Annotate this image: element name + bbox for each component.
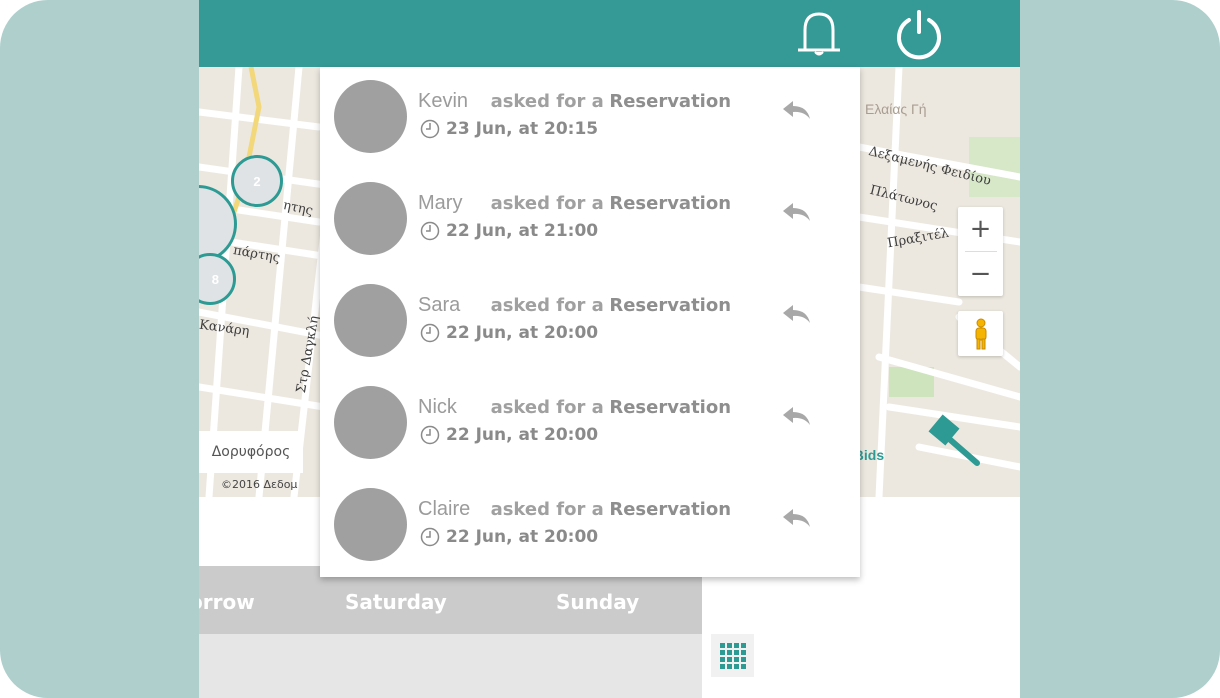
notification-action: asked for a [490,193,604,214]
clock-icon [420,527,440,547]
reply-icon[interactable] [780,403,812,429]
reply-icon[interactable] [780,199,812,225]
time-text: 22 Jun, at 20:00 [446,323,599,343]
avatar [334,80,407,153]
notification-text: Claire asked for a Reservation [418,498,731,521]
time-text: 23 Jun, at 20:15 [446,119,599,139]
notification-object: Reservation [609,91,732,112]
user-name: Kevin [418,90,469,112]
power-icon [897,10,941,60]
notification-object: Reservation [609,499,732,520]
notification-text: Kevin asked for a Reservation [418,90,731,113]
zoom-in-button[interactable]: + [958,207,1003,251]
clock-icon [420,119,440,139]
satellite-toggle-button[interactable]: Δορυφόρος [199,431,303,473]
auction-pin-icon[interactable] [927,411,987,471]
reply-icon[interactable] [780,301,812,327]
user-name: Nick [418,396,457,418]
place-label: Ελαίας Γή [865,101,927,117]
zoom-out-button[interactable]: − [958,252,1003,296]
tab-tomorrow[interactable]: orrow [199,590,255,614]
notification-item[interactable]: Sara asked for a Reservation 22 Jun, at … [320,271,860,373]
notification-item[interactable]: Nick asked for a Reservation 22 Jun, at … [320,373,860,475]
avatar [334,284,407,357]
notification-time: 22 Jun, at 21:00 [420,221,598,241]
notification-time: 23 Jun, at 20:15 [420,119,598,139]
notification-object: Reservation [609,295,732,316]
street-view-pegman[interactable] [958,311,1003,356]
user-name: Mary [418,192,463,214]
notification-action: asked for a [490,499,604,520]
notification-text: Nick asked for a Reservation [418,396,731,419]
notification-object: Reservation [609,397,732,418]
reply-icon[interactable] [780,505,812,531]
notification-item[interactable]: Mary asked for a Reservation 22 Jun, at … [320,169,860,271]
top-bar [199,0,1020,67]
avatar [334,386,407,459]
tab-sunday[interactable]: Sunday [556,590,639,614]
zoom-control: + − [958,207,1003,296]
notification-time: 22 Jun, at 20:00 [420,527,598,547]
tab-saturday[interactable]: Saturday [345,590,447,614]
bell-icon [798,12,840,56]
map-cluster[interactable]: 2 [231,155,283,207]
grid-view-button[interactable] [711,634,754,677]
notification-action: asked for a [490,91,604,112]
time-text: 22 Jun, at 20:00 [446,425,599,445]
notification-text: Mary asked for a Reservation [418,192,731,215]
time-text: 22 Jun, at 21:00 [446,221,599,241]
reply-icon[interactable] [780,97,812,123]
user-name: Claire [418,498,471,520]
notification-item[interactable]: Kevin asked for a Reservation 23 Jun, at… [320,67,860,169]
notification-action: asked for a [490,397,604,418]
notifications-button[interactable] [794,8,844,58]
clock-icon [420,425,440,445]
logout-button[interactable] [892,8,946,60]
day-content [199,634,702,698]
notification-object: Reservation [609,193,732,214]
pegman-icon [975,318,986,349]
clock-icon [420,221,440,241]
avatar [334,182,407,255]
clock-icon [420,323,440,343]
notification-text: Sara asked for a Reservation [418,294,731,317]
notifications-dropdown: Kevin asked for a Reservation 23 Jun, at… [320,67,860,577]
notification-time: 22 Jun, at 20:00 [420,323,598,343]
app-screen: 2 8 ητης πάρτης Κανάρη Στρ Δαγκλή Ελαίας… [199,0,1020,698]
notification-item[interactable]: Claire asked for a Reservation 22 Jun, a… [320,475,860,577]
notification-time: 22 Jun, at 20:00 [420,425,598,445]
time-text: 22 Jun, at 20:00 [446,527,599,547]
grid-icon [719,642,746,669]
map-copyright: ©2016 Δεδομ [221,478,298,491]
notification-action: asked for a [490,295,604,316]
user-name: Sara [418,294,461,316]
avatar [334,488,407,561]
